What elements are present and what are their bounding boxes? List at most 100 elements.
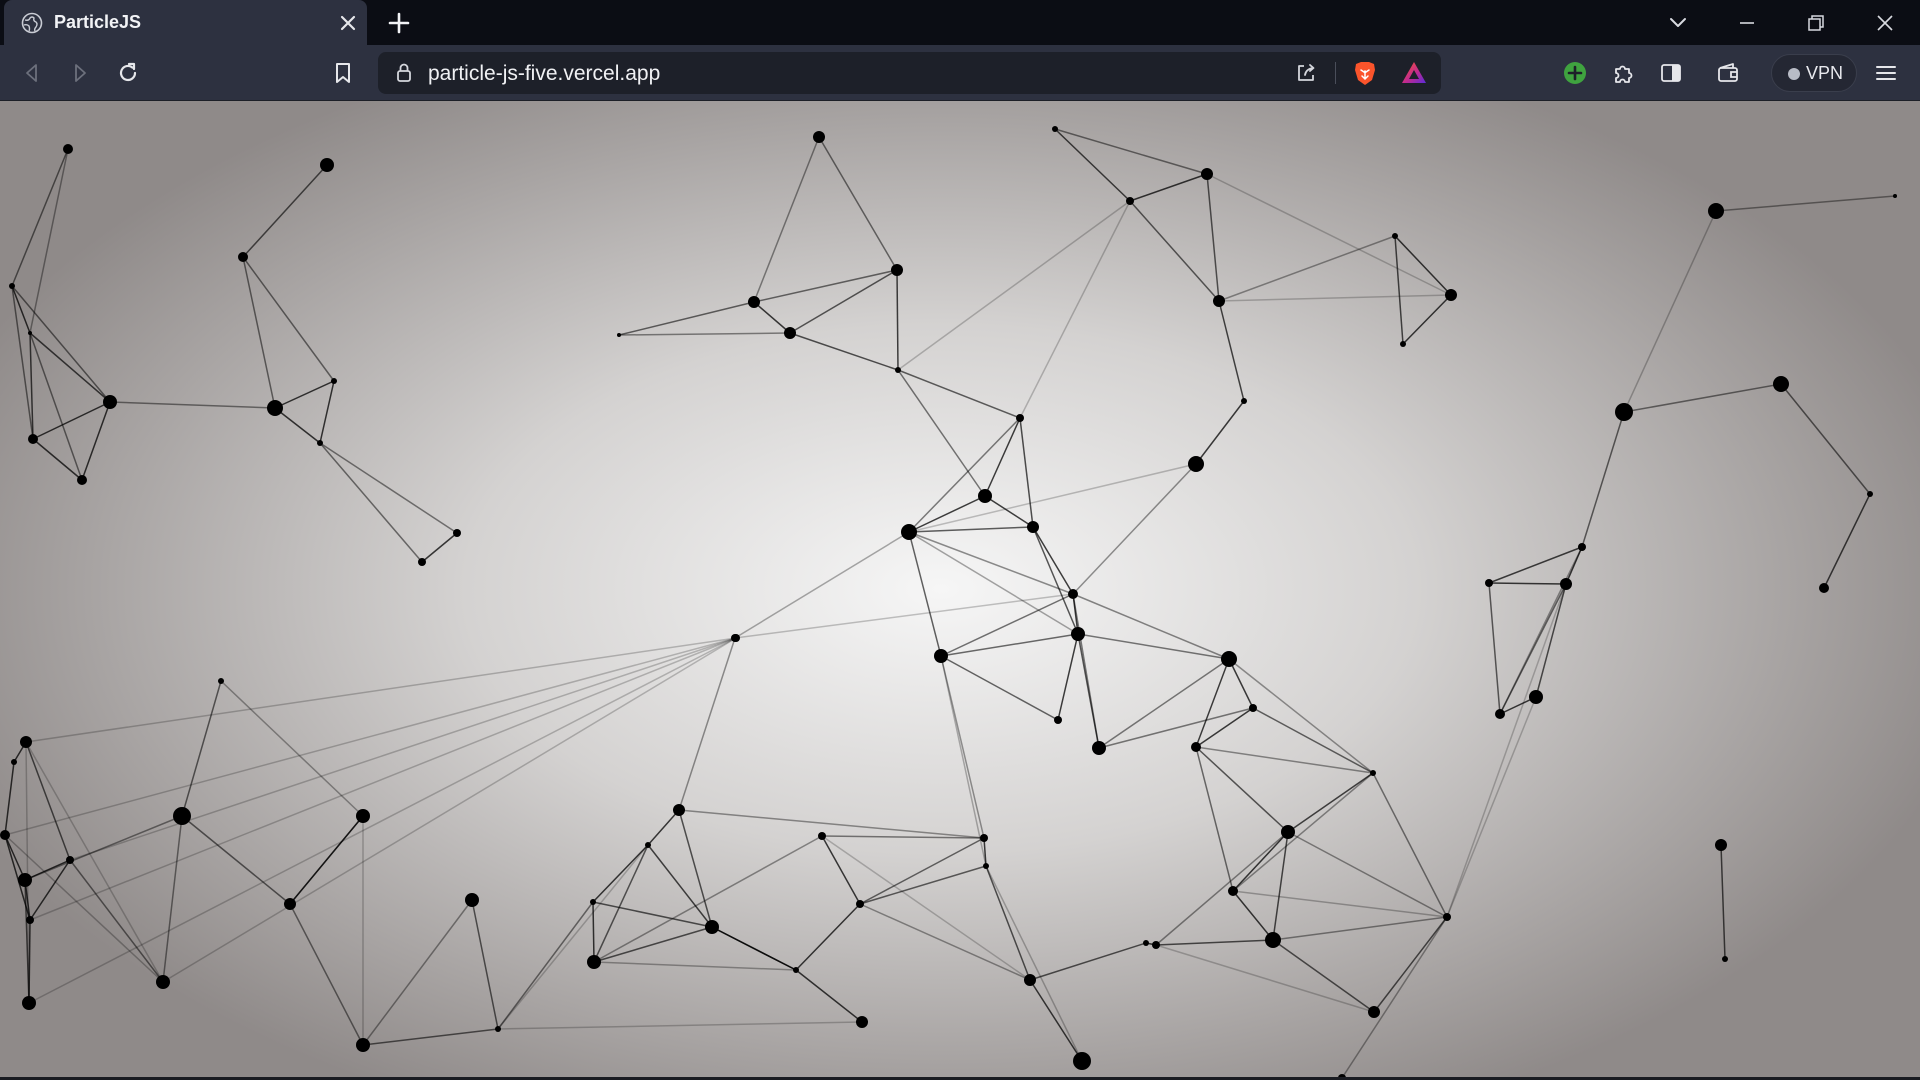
particle-link [162,815,183,983]
minimize-icon[interactable] [1733,9,1761,37]
particle-link [1252,707,1374,774]
particle-link [11,285,111,403]
particle-link [592,901,713,928]
particle-node [1228,886,1238,896]
particle-node [1495,709,1505,719]
particle-node [77,475,87,485]
arrow-right-icon[interactable] [66,59,94,87]
restore-icon[interactable] [1802,9,1830,37]
lock-icon[interactable] [390,59,418,87]
particle-link [618,301,755,336]
vpn-button[interactable]: VPN [1771,54,1857,92]
particle-node [1241,398,1247,404]
particle-link [795,969,863,1023]
particle-node [617,333,621,337]
particle-link [593,926,713,963]
particles-canvas[interactable] [0,101,1920,1077]
particle-node [356,1038,370,1052]
brave-rewards-triangle-icon[interactable] [1399,58,1429,88]
particle-link [1446,696,1537,918]
particle-node [238,252,248,262]
brave-lion-icon[interactable] [1350,58,1380,88]
particle-link [1129,200,1220,302]
particle-node [1867,491,1873,497]
particle-link [319,380,335,444]
hamburger-menu-icon[interactable] [1872,59,1900,87]
particle-link [362,899,473,1046]
particle-link [1232,772,1374,892]
particle-node [856,900,864,908]
particle-node [356,809,370,823]
particle-link [1195,707,1254,748]
particle-link [1402,294,1452,345]
particle-node [418,558,426,566]
particle-node [1071,627,1085,641]
particle-link [1373,916,1448,1013]
particle-link [4,637,737,836]
particle-node [1529,690,1543,704]
particle-node [495,1026,501,1032]
particle-link [984,495,1034,528]
close-icon[interactable] [336,11,360,35]
particle-link [1720,844,1726,960]
address-bar[interactable]: particle-js-five.vercel.app [378,52,1441,94]
particle-link [896,269,899,371]
particle-node [901,524,917,540]
particle-link [859,865,987,905]
particle-link [734,593,1074,639]
particle-node [331,378,337,384]
particle-link [1077,633,1230,660]
particle-link [181,815,291,905]
particle-link [940,633,1079,657]
particle-link [1195,400,1245,465]
tab-search-chevron-icon[interactable] [1664,9,1692,37]
particle-node [1213,295,1225,307]
puzzle-icon[interactable] [1609,59,1637,87]
particle-node [587,955,601,969]
particle-node [1073,1052,1091,1070]
particle-link [795,903,861,971]
vpn-label: VPN [1806,63,1844,83]
particle-node [1560,578,1572,590]
particle-node [673,804,685,816]
particle-link [25,741,71,861]
particle-link [289,815,364,905]
particle-link [181,680,222,817]
particle-link [29,637,737,921]
plus-circle-icon[interactable] [1561,59,1589,87]
bookmark-icon[interactable] [329,59,357,87]
share-icon[interactable] [1292,59,1320,87]
particle-link [592,844,649,903]
arrow-left-icon[interactable] [18,59,46,87]
sidebar-icon[interactable] [1657,59,1685,87]
wallet-icon[interactable] [1714,59,1742,87]
particle-node [317,440,323,446]
particle-link [1499,546,1583,715]
particle-link [319,442,458,534]
particle-link [821,835,861,905]
particle-link [109,401,276,409]
reload-icon[interactable] [114,59,142,87]
window-close-icon[interactable] [1871,9,1899,37]
particle-node [1249,704,1257,712]
browser-toolbar: particle-js-five.vercel.app VPN [0,45,1920,101]
particle-node [1126,197,1134,205]
particle-link [1032,526,1079,635]
particle-node [1485,579,1493,587]
particle-link [753,301,791,334]
particle-link [1129,173,1208,202]
tab-strip: ParticleJS [0,0,1920,45]
particle-link [1206,173,1220,302]
particle-link [1057,633,1079,721]
particle-node [453,529,461,537]
particle-node [1092,741,1106,755]
particle-link [593,961,797,971]
particle-link [678,809,985,839]
particle-link [1218,294,1452,302]
new-tab-icon[interactable] [386,10,412,36]
particle-link [471,899,499,1030]
url-text[interactable]: particle-js-five.vercel.app [428,62,660,86]
tab-particlejs[interactable]: ParticleJS [4,0,367,45]
particle-node [28,434,38,444]
particle-node [1392,233,1398,239]
